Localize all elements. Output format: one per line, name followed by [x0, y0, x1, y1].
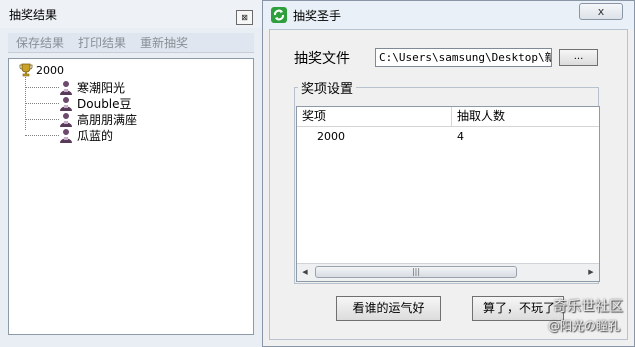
horizontal-scrollbar[interactable]: ◀ ||| ▶	[297, 263, 599, 281]
menu-redraw[interactable]: 重新抽奖	[140, 34, 188, 51]
count-cell: 4	[457, 130, 464, 143]
column-header-count[interactable]: 抽取人数	[452, 107, 600, 126]
user-icon	[60, 128, 72, 143]
file-label: 抽奖文件	[294, 51, 350, 67]
tree-child-label: 寒潮阳光	[77, 80, 126, 95]
draw-lucky-button[interactable]: 看谁的运气好	[336, 296, 441, 321]
user-icon	[60, 80, 72, 95]
main-client-area: 抽奖文件 C:\Users\samsung\Desktop\新建 ... 奖项设…	[269, 29, 628, 340]
user-icon	[60, 112, 72, 127]
tree-child-label: Double豆	[77, 96, 132, 111]
results-window-title: 抽奖结果	[9, 7, 58, 22]
main-window: 抽奖圣手 x 抽奖文件 C:\Users\samsung\Desktop\新建 …	[262, 0, 635, 347]
prize-list-header: 奖项 抽取人数	[297, 107, 599, 127]
scroll-thumb[interactable]: |||	[315, 266, 517, 278]
main-close-button[interactable]: x	[579, 3, 623, 20]
tree-child-node[interactable]: 瓜蓝的	[25, 127, 113, 143]
results-menubar: 保存结果 打印结果 重新抽奖	[8, 33, 254, 53]
prize-list[interactable]: 奖项 抽取人数 2000 4 ◀ ||| ▶	[296, 106, 600, 282]
column-header-prize[interactable]: 奖项	[297, 107, 452, 126]
browse-button[interactable]: ...	[559, 49, 598, 66]
app-icon	[271, 7, 287, 23]
prize-cell: 2000	[317, 130, 345, 143]
prize-settings-title: 奖项设置	[298, 78, 357, 97]
watermark-site: 奇乐世社区	[553, 299, 623, 315]
results-close-button[interactable]: ⊠	[236, 10, 253, 25]
tree-root-label: 2000	[36, 63, 64, 77]
results-window: 抽奖结果 ⊠ 保存结果 打印结果 重新抽奖 2000 寒潮阳光 Double豆 …	[0, 0, 262, 347]
tree-child-label: 高朋朋满座	[77, 112, 138, 127]
menu-save-results[interactable]: 保存结果	[16, 34, 64, 51]
tree-child-node[interactable]: 高朋朋满座	[25, 111, 137, 127]
menu-print-results[interactable]: 打印结果	[78, 34, 126, 51]
tree-child-node[interactable]: Double豆	[25, 95, 132, 111]
user-icon	[60, 96, 72, 111]
results-tree[interactable]: 2000 寒潮阳光 Double豆 高朋朋满座 瓜蓝的	[8, 58, 254, 335]
scroll-right-icon[interactable]: ▶	[583, 264, 599, 280]
file-path-field[interactable]: C:\Users\samsung\Desktop\新建	[375, 48, 552, 67]
scroll-left-icon[interactable]: ◀	[297, 264, 313, 280]
tree-child-node[interactable]: 寒潮阳光	[25, 79, 125, 95]
main-window-title: 抽奖圣手	[293, 8, 342, 23]
tree-child-label: 瓜蓝的	[77, 128, 114, 143]
prize-row[interactable]: 2000 4	[297, 129, 599, 145]
watermark-author: @阳光の瞳孔	[548, 319, 621, 333]
results-titlebar[interactable]: 抽奖结果	[0, 0, 262, 28]
trophy-icon	[19, 63, 33, 77]
